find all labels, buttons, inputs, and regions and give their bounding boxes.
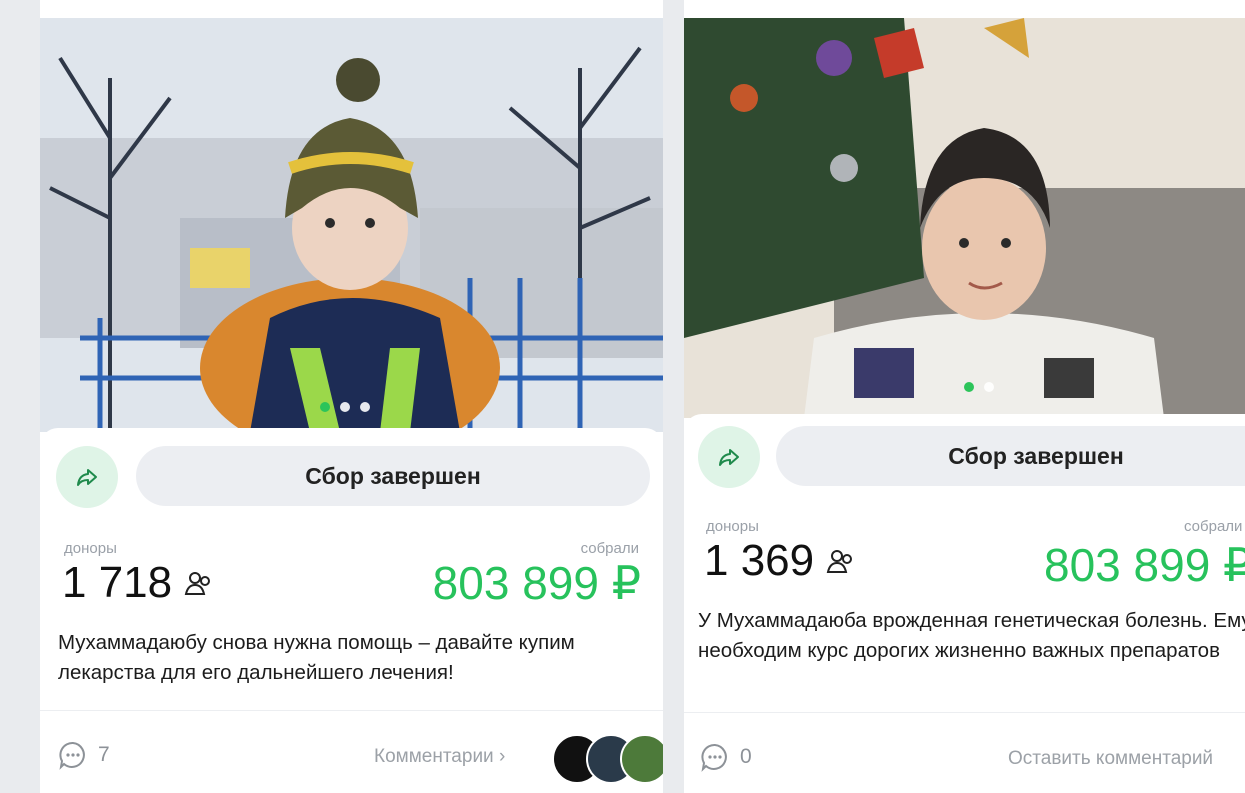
fundraising-status-button[interactable]: Сбор завершен bbox=[136, 446, 650, 506]
donors-label: доноры bbox=[64, 540, 117, 557]
donors-count-value: 1 369 bbox=[704, 536, 815, 585]
share-button[interactable] bbox=[56, 446, 118, 508]
donors-count: 1 718 bbox=[62, 558, 214, 608]
avatar bbox=[620, 734, 663, 784]
comment-bubble-icon bbox=[59, 741, 85, 770]
divider bbox=[684, 712, 1245, 713]
child-photo-image bbox=[40, 18, 663, 432]
carousel-dot[interactable] bbox=[984, 382, 994, 392]
donors-count: 1 369 bbox=[704, 536, 856, 586]
child-photo[interactable] bbox=[40, 18, 663, 432]
collected-amount: 803 899 ₽ bbox=[432, 557, 641, 609]
donors-count-value: 1 718 bbox=[62, 558, 173, 607]
comments-link[interactable]: Комментарии › bbox=[374, 746, 505, 768]
fundraising-status-button[interactable]: Сбор завершен bbox=[776, 426, 1245, 486]
comment-bubble-icon bbox=[701, 743, 727, 772]
carousel-dots[interactable] bbox=[320, 402, 370, 412]
fundraiser-description: Мухаммадаюбу снова нужна помощь – давайт… bbox=[58, 631, 575, 684]
people-icon bbox=[826, 550, 853, 573]
collected-amount: 803 899 ₽ bbox=[1044, 539, 1245, 591]
fundraiser-description: У Мухаммадаюба врожденная генетическая б… bbox=[698, 609, 1245, 662]
carousel-dot[interactable] bbox=[964, 382, 974, 392]
carousel-dot[interactable] bbox=[360, 402, 370, 412]
carousel-dots[interactable] bbox=[964, 382, 994, 392]
commenter-avatars[interactable] bbox=[552, 734, 663, 784]
card-info-panel: Сбор завершен доноры собрали 1 369 803 8… bbox=[684, 414, 1245, 793]
divider bbox=[40, 710, 663, 711]
share-button[interactable] bbox=[698, 426, 760, 488]
comments-counter[interactable]: 7 bbox=[58, 740, 110, 770]
comments-count: 0 bbox=[740, 745, 752, 768]
fundraiser-card[interactable]: Сбор завершен доноры собрали 1 369 803 8… bbox=[684, 0, 1245, 793]
carousel-dot[interactable] bbox=[320, 402, 330, 412]
people-icon bbox=[184, 572, 211, 595]
carousel-dot[interactable] bbox=[340, 402, 350, 412]
collected-label: собрали bbox=[580, 540, 639, 557]
comments-count: 7 bbox=[98, 743, 110, 766]
collected-label: собрали bbox=[1184, 518, 1243, 535]
child-photo-image bbox=[684, 18, 1245, 418]
leave-comment-link[interactable]: Оставить комментарий bbox=[1008, 748, 1213, 770]
card-info-panel: Сбор завершен доноры собрали 1 718 803 8… bbox=[40, 428, 663, 793]
child-photo[interactable] bbox=[684, 18, 1245, 418]
fundraiser-card[interactable]: Сбор завершен доноры собрали 1 718 803 8… bbox=[40, 0, 663, 793]
share-icon bbox=[719, 449, 739, 466]
share-icon bbox=[77, 469, 97, 486]
donors-label: доноры bbox=[706, 518, 759, 535]
comments-counter[interactable]: 0 bbox=[700, 742, 752, 772]
